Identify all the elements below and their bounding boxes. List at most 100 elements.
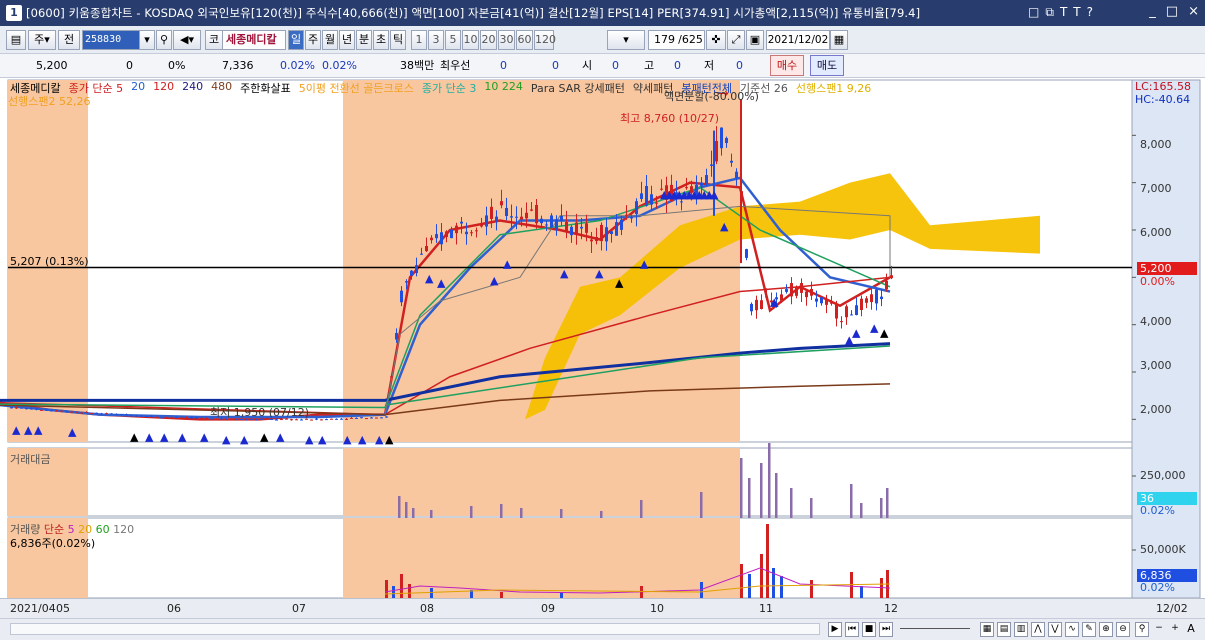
- layout-grid-icon[interactable]: ▦: [980, 622, 994, 637]
- buy-button[interactable]: 매수: [770, 55, 804, 76]
- layout-icon[interactable]: □: [1028, 5, 1039, 20]
- up-arrow-icon: ▲: [240, 433, 249, 446]
- chart-menu-icon[interactable]: ▤: [6, 30, 26, 50]
- period-button[interactable]: 월: [322, 30, 338, 50]
- scroll-end-icon[interactable]: ⏭: [879, 622, 893, 637]
- font-size-icon[interactable]: T: [1060, 5, 1067, 20]
- period-button[interactable]: 주: [305, 30, 321, 50]
- text-icon[interactable]: T: [1073, 5, 1080, 20]
- period-button[interactable]: 분: [356, 30, 372, 50]
- scroll-right-icon[interactable]: ▶: [828, 622, 842, 637]
- interval-button[interactable]: 3: [428, 30, 444, 50]
- prev-button[interactable]: 전: [58, 30, 80, 50]
- candle-body: [425, 246, 428, 252]
- up-arrow-icon: ▲: [615, 277, 624, 290]
- pattern-icon-3[interactable]: ∿: [1065, 622, 1079, 637]
- amount-bar: [886, 488, 889, 518]
- scroll-start-icon[interactable]: ⏮: [845, 622, 859, 637]
- candle-body: [450, 229, 453, 239]
- up-arrow-icon: ▲: [640, 258, 649, 271]
- search-icon[interactable]: ⚲: [156, 30, 172, 50]
- copy-window-icon[interactable]: ⧉: [1045, 5, 1054, 20]
- interval-button[interactable]: 10: [462, 30, 479, 50]
- up-arrow-icon: ▲: [145, 430, 154, 443]
- candle-body: [475, 230, 478, 232]
- save-icon[interactable]: ▣: [746, 30, 764, 50]
- crosshair-icon[interactable]: ✜: [706, 30, 726, 50]
- plus-icon[interactable]: +: [1168, 622, 1182, 637]
- main-toolbar: ▤ 주▾ 전 258830 ▾ ⚲ ◀▾ 코 세종메디칼 ▾ 179 /625 …: [0, 26, 1205, 54]
- candle-body: [45, 409, 48, 411]
- legend-item[interactable]: Para SAR 강세패턴: [529, 80, 627, 96]
- candle-body: [750, 303, 753, 312]
- calendar-icon[interactable]: ▦: [830, 30, 848, 50]
- legend-item[interactable]: 주한화살표: [238, 80, 293, 96]
- close-button[interactable]: ×: [1188, 4, 1199, 19]
- up-arrow-icon: ▲: [437, 277, 446, 290]
- search-chart-icon[interactable]: ⚲: [1135, 622, 1149, 637]
- candle-body: [150, 416, 153, 418]
- pattern-icon[interactable]: ⋀: [1031, 622, 1045, 637]
- interval-button[interactable]: 1: [411, 30, 427, 50]
- legend-item[interactable]: 5이평 전환선 골든크로스: [297, 80, 416, 96]
- layout-icon-3[interactable]: ▥: [1014, 622, 1028, 637]
- candle-body: [715, 141, 718, 162]
- legend-item[interactable]: 20: [129, 80, 147, 96]
- legend-item[interactable]: 120: [151, 80, 176, 96]
- minus-icon[interactable]: −: [1152, 622, 1166, 637]
- axis-panel: [1131, 79, 1201, 599]
- legend-item[interactable]: 10 224: [482, 80, 525, 96]
- up-arrow-icon: ▲: [34, 423, 43, 436]
- date-input[interactable]: 2021/12/02: [766, 30, 830, 50]
- help-icon[interactable]: ?: [1087, 5, 1093, 20]
- candle-body: [375, 417, 378, 419]
- layout-icon-2[interactable]: ▤: [997, 622, 1011, 637]
- page-count-input[interactable]: 179: [648, 30, 678, 50]
- interval-button[interactable]: 30: [498, 30, 515, 50]
- period-button[interactable]: 년: [339, 30, 355, 50]
- zoom-slider[interactable]: [900, 628, 970, 629]
- minimize-button[interactable]: _: [1149, 4, 1156, 19]
- zoom-in-icon[interactable]: ⊕: [1099, 622, 1113, 637]
- period-main-select[interactable]: 주▾: [28, 30, 56, 50]
- zoom-icon[interactable]: ⤢: [727, 30, 745, 50]
- x-axis-label-may: 05: [56, 602, 70, 615]
- interval-button[interactable]: 60: [516, 30, 533, 50]
- candle-body: [355, 417, 358, 419]
- price-chart[interactable]: →▲ ▲ ▲ ▲ ▲ ▲ ▲ ▲ ▲ ▲ ▲ ▲ ▲ ▲ ▲ ▲ ▲ ▲ ▲▲ ▲ ▲▲▲ ▲▲▲▲▲▲▲ ▲ ▲▲▲▲▲▲▲…: [0, 78, 1205, 618]
- stock-name-field[interactable]: 세종메디칼: [222, 30, 286, 50]
- interval-button[interactable]: 120: [534, 30, 556, 50]
- legend-item[interactable]: 종가 단순 3: [420, 80, 478, 96]
- interval-button[interactable]: 5: [445, 30, 461, 50]
- stop-icon[interactable]: ■: [862, 622, 876, 637]
- period-button[interactable]: 일: [288, 30, 304, 50]
- chart-area[interactable]: → ▲ ▲ ▲ ▲ ▲ ▲ ▲ ▲ ▲ ▲ ▲ ▲ ▲ ▲ ▲ ▲ ▲ ▲ ▲ ▲ ▲ ▲ ▲ ▲ ▲ ▲ ▲ ▲ ▲ ▲ ▲ ▲ ▲ ▲ ▲ ▲ ▲ ▲ ▲…: [0, 78, 1205, 618]
- interval-custom-select[interactable]: ▾: [607, 30, 645, 50]
- amount-bar: [405, 502, 408, 518]
- period-button[interactable]: 초: [373, 30, 389, 50]
- zoom-out-icon[interactable]: ⊖: [1116, 622, 1130, 637]
- legend-item[interactable]: 480: [209, 80, 234, 96]
- candle-body: [50, 410, 53, 412]
- up-arrow-icon: ▲: [560, 267, 569, 280]
- auto-scale-icon[interactable]: A: [1184, 622, 1198, 637]
- window-title-bar[interactable]: 1 [0600] 키움종합차트 - KOSDAQ 외국인보유[120(천)] 주…: [0, 0, 1205, 26]
- candle-body: [330, 418, 333, 420]
- market-button[interactable]: 코: [205, 30, 223, 50]
- pattern-icon-2[interactable]: ⋁: [1048, 622, 1062, 637]
- legend-item[interactable]: 선행스팬1 9,26: [794, 80, 873, 96]
- legend-item[interactable]: 240: [180, 80, 205, 96]
- maximize-button[interactable]: □: [1166, 4, 1178, 19]
- interval-button[interactable]: 20: [480, 30, 497, 50]
- draw-icon[interactable]: ✎: [1082, 622, 1096, 637]
- code-dropdown-icon[interactable]: ▾: [139, 30, 155, 50]
- period-button[interactable]: 틱: [390, 30, 406, 50]
- speaker-icon[interactable]: ◀▾: [173, 30, 201, 50]
- amount-bar: [850, 484, 853, 518]
- candle-body: [755, 299, 758, 311]
- horizontal-scrollbar[interactable]: [10, 623, 820, 635]
- stock-code-input[interactable]: 258830: [82, 30, 140, 50]
- amount-bar: [790, 488, 793, 518]
- candle-body: [500, 201, 503, 206]
- sell-button[interactable]: 매도: [810, 55, 844, 76]
